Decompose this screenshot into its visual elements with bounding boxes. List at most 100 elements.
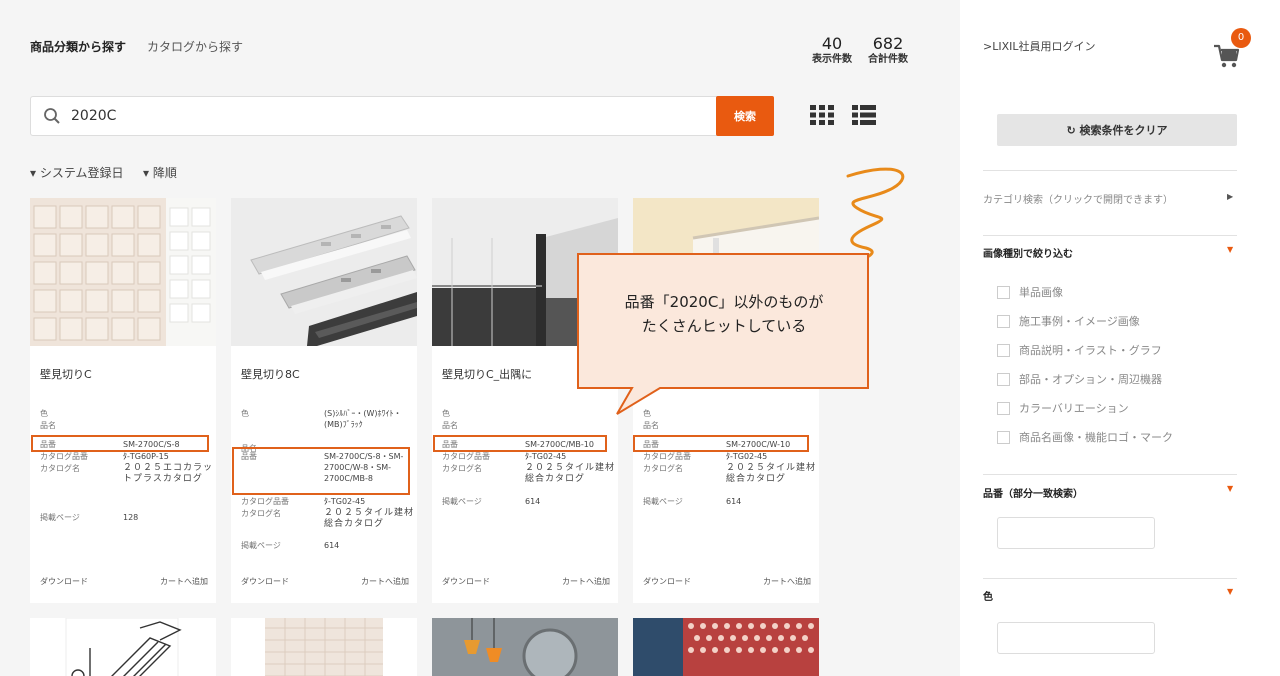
spec-label-color: 色 (643, 409, 651, 418)
employee-login-link[interactable]: >LIXIL社員用ログイン (983, 38, 1096, 54)
color-filter-heading[interactable]: 色 (983, 588, 993, 603)
checkbox[interactable] (997, 343, 1010, 357)
callout-text: 品番「2020C」以外のものが たくさんヒットしている (578, 290, 870, 338)
part-no-filter-heading[interactable]: 品番（部分一致検索） (983, 485, 1083, 500)
spec-value-catalog-name: ２０２５タイル建材総合カタログ (525, 463, 616, 484)
add-to-cart-link[interactable]: カートへ追加 (763, 576, 811, 587)
spec-value-page: 614 (726, 497, 742, 506)
sort-order-dropdown[interactable]: ▾ 降順 (143, 164, 177, 181)
divider (983, 170, 1237, 171)
main-panel: 商品分類から探す カタログから探す 40 表示件数 682 合計件数 検索 ▾ … (0, 0, 960, 676)
checkbox-label: 単品画像 (1019, 286, 1063, 299)
display-count: 40 表示件数 (812, 35, 852, 67)
spec-value-catalog-name: ２０２５タイル建材総合カタログ (324, 508, 415, 529)
tab-catalog[interactable]: カタログから探す (147, 38, 243, 55)
product-card[interactable] (633, 618, 819, 676)
display-count-value: 40 (821, 34, 843, 53)
product-card[interactable]: 壁見切り8C 色 (S)ｼﾙﾊﾞｰ・(W)ﾎﾜｲﾄ・(MB)ﾌﾞﾗｯｸ 品名 品… (231, 198, 417, 603)
callout-line-1: 品番「2020C」以外のものが (624, 293, 824, 311)
search-input[interactable] (71, 105, 671, 127)
spec-label-color: 色 (241, 409, 249, 418)
product-title[interactable]: 壁見切りC (40, 366, 92, 382)
checkbox[interactable] (997, 430, 1010, 444)
caret-down-icon[interactable]: ▼ (1227, 245, 1233, 254)
spec-label-catalog-name: カタログ名 (643, 464, 683, 473)
image-filter-checkbox[interactable]: 商品説明・イラスト・グラフ (997, 342, 1162, 358)
color-input[interactable] (997, 622, 1155, 654)
spec-value-catalog-name: ２０２５タイル建材総合カタログ (726, 463, 817, 484)
spec-value-catalog-part-no: ﾀ-TG02-45 (525, 452, 567, 461)
download-link[interactable]: ダウンロード (442, 576, 490, 587)
spec-value-color: (S)ｼﾙﾊﾞｰ・(W)ﾎﾜｲﾄ・(MB)ﾌﾞﾗｯｸ (324, 409, 402, 429)
download-link[interactable]: ダウンロード (40, 576, 88, 587)
spec-value-catalog-part-no: ﾀ-TG60P-15 (123, 452, 169, 461)
spec-label-catalog-name: カタログ名 (40, 464, 80, 473)
spec-label-name: 品名 (40, 421, 56, 430)
sort-field-dropdown[interactable]: ▾ システム登録日 (30, 164, 123, 181)
product-image[interactable] (30, 198, 216, 346)
spec-value-catalog-part-no: ﾀ-TG02-45 (726, 452, 768, 461)
add-to-cart-link[interactable]: カートへ追加 (562, 576, 610, 587)
spec-value-page: 614 (324, 541, 340, 550)
add-to-cart-link[interactable]: カートへ追加 (160, 576, 208, 587)
image-filter-checkbox[interactable]: 単品画像 (997, 284, 1063, 300)
add-to-cart-link[interactable]: カートへ追加 (361, 576, 409, 587)
image-filter-checkbox[interactable]: 部品・オプション・周辺機器 (997, 371, 1162, 387)
clear-search-button[interactable]: ↻ 検索条件をクリア (997, 114, 1237, 146)
checkbox[interactable] (997, 314, 1010, 328)
spec-value-page: 614 (525, 497, 541, 506)
spec-label-color: 色 (442, 409, 450, 418)
spec-label-catalog-part-no: カタログ品番 (643, 452, 691, 461)
spec-label-page: 掲載ページ (643, 497, 683, 506)
product-card[interactable] (30, 618, 216, 676)
display-count-label: 表示件数 (812, 54, 852, 65)
spec-value-catalog-name: ２０２５エコカラットプラスカタログ (123, 463, 214, 484)
spec-label-page: 掲載ページ (241, 541, 281, 550)
download-link[interactable]: ダウンロード (643, 576, 691, 587)
image-filter-checkbox[interactable]: 商品名画像・機能ロゴ・マーク (997, 429, 1173, 445)
divider (983, 474, 1237, 475)
checkbox[interactable] (997, 401, 1010, 415)
product-card[interactable]: 色 品名 品番 SM-2700C/W-10 カタログ品番 ﾀ-TG02-45 カ… (633, 198, 819, 603)
product-image[interactable] (231, 198, 417, 346)
cart-count-badge: 0 (1231, 28, 1251, 48)
part-no-highlight (232, 447, 410, 495)
checkbox[interactable] (997, 372, 1010, 386)
download-link[interactable]: ダウンロード (241, 576, 289, 587)
spec-label-catalog-name: カタログ名 (442, 464, 482, 473)
image-filter-heading[interactable]: 画像種別で絞り込む (983, 245, 1073, 260)
caret-right-icon[interactable]: ▶ (1227, 192, 1233, 201)
checkbox[interactable] (997, 285, 1010, 299)
caret-down-icon[interactable]: ▼ (1227, 484, 1233, 493)
category-search-toggle[interactable]: カテゴリ検索（クリックで開閉できます） (983, 191, 1173, 206)
part-no-highlight (433, 435, 607, 452)
spec-label-catalog-name: カタログ名 (241, 509, 281, 518)
part-no-input[interactable] (997, 517, 1155, 549)
checkbox-label: 商品説明・イラスト・グラフ (1019, 344, 1162, 357)
image-filter-checkbox[interactable]: カラーバリエーション (997, 400, 1129, 416)
divider (983, 235, 1237, 236)
spec-label-page: 掲載ページ (40, 513, 80, 522)
spec-value-catalog-part-no: ﾀ-TG02-45 (324, 497, 366, 506)
search-button[interactable]: 検索 (716, 96, 774, 136)
spec-label-color: 色 (40, 409, 48, 418)
product-title[interactable]: 壁見切りC_出隅に (442, 366, 532, 382)
list-view-icon[interactable] (852, 104, 876, 126)
checkbox-label: 施工事例・イメージ画像 (1019, 315, 1140, 328)
product-card[interactable] (231, 618, 417, 676)
total-count-label: 合計件数 (868, 54, 908, 65)
product-card[interactable]: 壁見切りC_出隅に 色 品名 品番 SM-2700C/MB-10 カタログ品番 … (432, 198, 618, 603)
product-card[interactable]: 壁見切りC 色 品名 品番 SM-2700C/S-8 カタログ品番 ﾀ-TG60… (30, 198, 216, 603)
tab-product-category[interactable]: 商品分類から探す (30, 38, 126, 55)
total-count-value: 682 (872, 34, 904, 53)
checkbox-label: 部品・オプション・周辺機器 (1019, 373, 1162, 386)
divider (983, 578, 1237, 579)
product-title[interactable]: 壁見切り8C (241, 366, 300, 382)
grid-view-icon[interactable] (810, 104, 834, 126)
spec-label-name: 品名 (442, 421, 458, 430)
part-no-highlight (31, 435, 209, 452)
product-card[interactable] (432, 618, 618, 676)
caret-down-icon[interactable]: ▼ (1227, 587, 1233, 596)
part-no-highlight (633, 435, 809, 452)
image-filter-checkbox[interactable]: 施工事例・イメージ画像 (997, 313, 1140, 329)
